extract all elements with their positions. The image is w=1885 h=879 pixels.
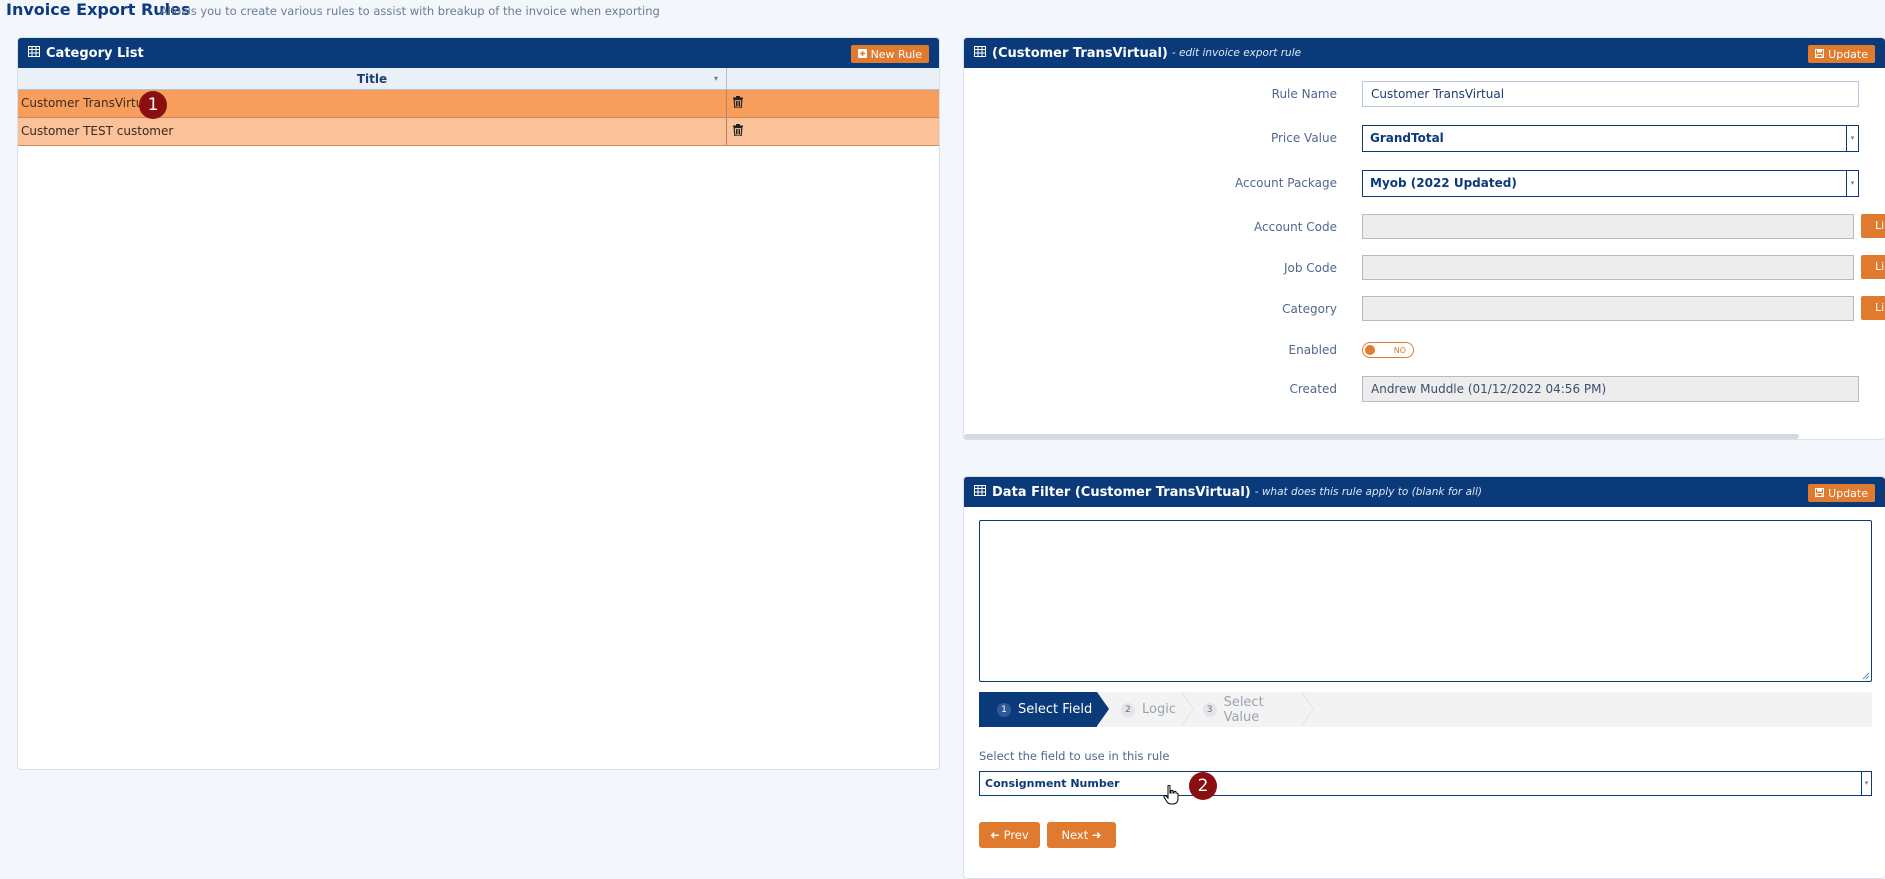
chevron-down-icon[interactable]: ▾	[1846, 126, 1858, 151]
step-select-value[interactable]: 3 Select Value	[1181, 692, 1314, 727]
plus-square-icon	[857, 48, 867, 61]
rule-name-label: Rule Name	[1271, 87, 1337, 101]
created-label: Created	[1289, 382, 1338, 396]
step-label: Select Value	[1223, 694, 1264, 725]
chevron-down-icon[interactable]: ▾	[1861, 772, 1871, 795]
grid-header: Title ▾	[18, 68, 939, 90]
edit-rule-header: (Customer TransVirtual) - edit invoice e…	[964, 38, 1885, 68]
page-subtitle: Allows you to create various rules to as…	[160, 4, 660, 18]
chevron-down-icon[interactable]: ▾	[1846, 171, 1858, 196]
hand-cursor-icon	[1163, 784, 1179, 808]
price-value-label: Price Value	[1270, 131, 1337, 145]
step-badge-1: 1	[139, 91, 167, 119]
row-title-cell[interactable]: Customer TransVirtual	[18, 90, 727, 117]
step-badge-2: 2	[1189, 772, 1217, 800]
account-package-text: Myob (2022 Updated)	[1370, 176, 1517, 190]
edit-rule-subtitle: - edit invoice export rule	[1171, 47, 1302, 59]
category-list-panel: Category List New Rule Title ▾ Customer …	[17, 37, 940, 770]
rule-name-row: Rule Name Customer TransVirtual	[964, 81, 1885, 107]
category-list-header: Category List New Rule	[18, 38, 939, 68]
new-rule-label: New Rule	[870, 47, 922, 61]
step-select-field[interactable]: 1 Select Field	[979, 692, 1109, 727]
rule-name-input[interactable]: Customer TransVirtual	[1362, 81, 1859, 107]
trash-icon[interactable]	[733, 96, 743, 111]
step-number: 2	[1121, 702, 1135, 717]
category-label: Category	[1282, 302, 1337, 316]
trash-icon[interactable]	[733, 124, 743, 139]
field-prompt: Select the field to use in this rule	[979, 749, 1170, 763]
step-number: 3	[1203, 702, 1217, 717]
job-code-label: Job Code	[1283, 261, 1337, 275]
filter-wizard-steps: 1 Select Field 2 Logic 3 Select Value	[979, 692, 1872, 727]
data-filter-title: Data Filter (Customer TransVirtual)	[992, 484, 1251, 500]
field-select[interactable]: Consignment Number ▾	[979, 771, 1872, 796]
row-title: Customer TEST customer	[21, 124, 174, 138]
job-code-input[interactable]	[1362, 255, 1854, 280]
save-icon	[1815, 48, 1825, 61]
step-label: Select Field	[1018, 702, 1093, 717]
enabled-row: Enabled NO	[964, 337, 1885, 363]
row-actions-cell	[727, 90, 939, 117]
toggle-state: NO	[1393, 346, 1406, 355]
data-filter-subtitle: - what does this rule apply to (blank fo…	[1254, 486, 1482, 498]
next-label: Next	[1061, 828, 1089, 842]
data-filter-panel: Data Filter (Customer TransVirtual) - wh…	[963, 476, 1885, 879]
created-value: Andrew Muddle (01/12/2022 04:56 PM)	[1362, 376, 1859, 402]
resize-handle-icon[interactable]	[1862, 672, 1870, 680]
category-list-title: Category List	[46, 45, 144, 61]
account-package-label: Account Package	[1234, 176, 1337, 190]
category-row: Category Li	[964, 296, 1885, 322]
save-icon	[1815, 487, 1825, 500]
edit-rule-title: (Customer TransVirtual)	[992, 45, 1168, 61]
data-filter-header: Data Filter (Customer TransVirtual) - wh…	[964, 477, 1885, 507]
edit-rule-panel: (Customer TransVirtual) - edit invoice e…	[963, 37, 1885, 440]
step-logic[interactable]: 2 Logic	[1097, 692, 1194, 727]
toggle-knob	[1365, 345, 1375, 355]
column-title-header[interactable]: Title ▾	[18, 68, 727, 89]
new-rule-button[interactable]: New Rule	[850, 45, 929, 63]
account-package-row: Account Package Myob (2022 Updated) ▾	[964, 170, 1885, 197]
table-icon	[28, 45, 40, 61]
enabled-label: Enabled	[1288, 343, 1338, 357]
account-code-row: Account Code Li	[964, 214, 1885, 240]
update-label: Update	[1828, 47, 1868, 61]
account-code-lookup-button[interactable]: Li	[1861, 214, 1885, 238]
column-title-label: Title	[356, 72, 388, 86]
job-code-row: Job Code Li	[964, 255, 1885, 281]
price-value-text: GrandTotal	[1370, 131, 1444, 145]
update-filter-button[interactable]: Update	[1808, 484, 1875, 502]
category-lookup-button[interactable]: Li	[1861, 296, 1885, 320]
created-row: Created Andrew Muddle (01/12/2022 04:56 …	[964, 376, 1885, 402]
update-label: Update	[1828, 486, 1868, 500]
filter-textarea[interactable]	[979, 520, 1872, 682]
table-row[interactable]: Customer TEST customer	[18, 118, 939, 146]
arrow-left-icon: ➜	[990, 828, 1000, 842]
price-value-row: Price Value GrandTotal ▾	[964, 125, 1885, 152]
account-code-input[interactable]	[1362, 214, 1854, 239]
field-select-text: Consignment Number	[985, 777, 1120, 790]
category-input[interactable]	[1362, 296, 1854, 321]
table-icon	[974, 45, 986, 61]
table-icon	[974, 484, 986, 500]
price-value-select[interactable]: GrandTotal ▾	[1362, 125, 1859, 152]
account-package-select[interactable]: Myob (2022 Updated) ▾	[1362, 170, 1859, 197]
horizontal-scrollbar[interactable]	[964, 434, 1799, 439]
row-title-cell[interactable]: Customer TEST customer	[18, 118, 727, 145]
prev-label: Prev	[1003, 828, 1029, 842]
next-button[interactable]: Next ➜	[1047, 822, 1116, 848]
step-number: 1	[997, 702, 1011, 717]
update-rule-button[interactable]: Update	[1808, 45, 1875, 63]
prev-button[interactable]: ➜ Prev	[979, 822, 1040, 848]
column-actions-header	[727, 68, 939, 89]
job-code-lookup-button[interactable]: Li	[1861, 255, 1885, 279]
sort-icon[interactable]: ▾	[714, 68, 718, 90]
arrow-right-icon: ➜	[1091, 828, 1102, 842]
enabled-toggle[interactable]: NO	[1362, 342, 1414, 358]
step-label: Logic	[1142, 702, 1176, 717]
row-actions-cell	[727, 118, 939, 145]
row-title: Customer TransVirtual	[21, 96, 155, 110]
account-code-label: Account Code	[1254, 220, 1337, 234]
